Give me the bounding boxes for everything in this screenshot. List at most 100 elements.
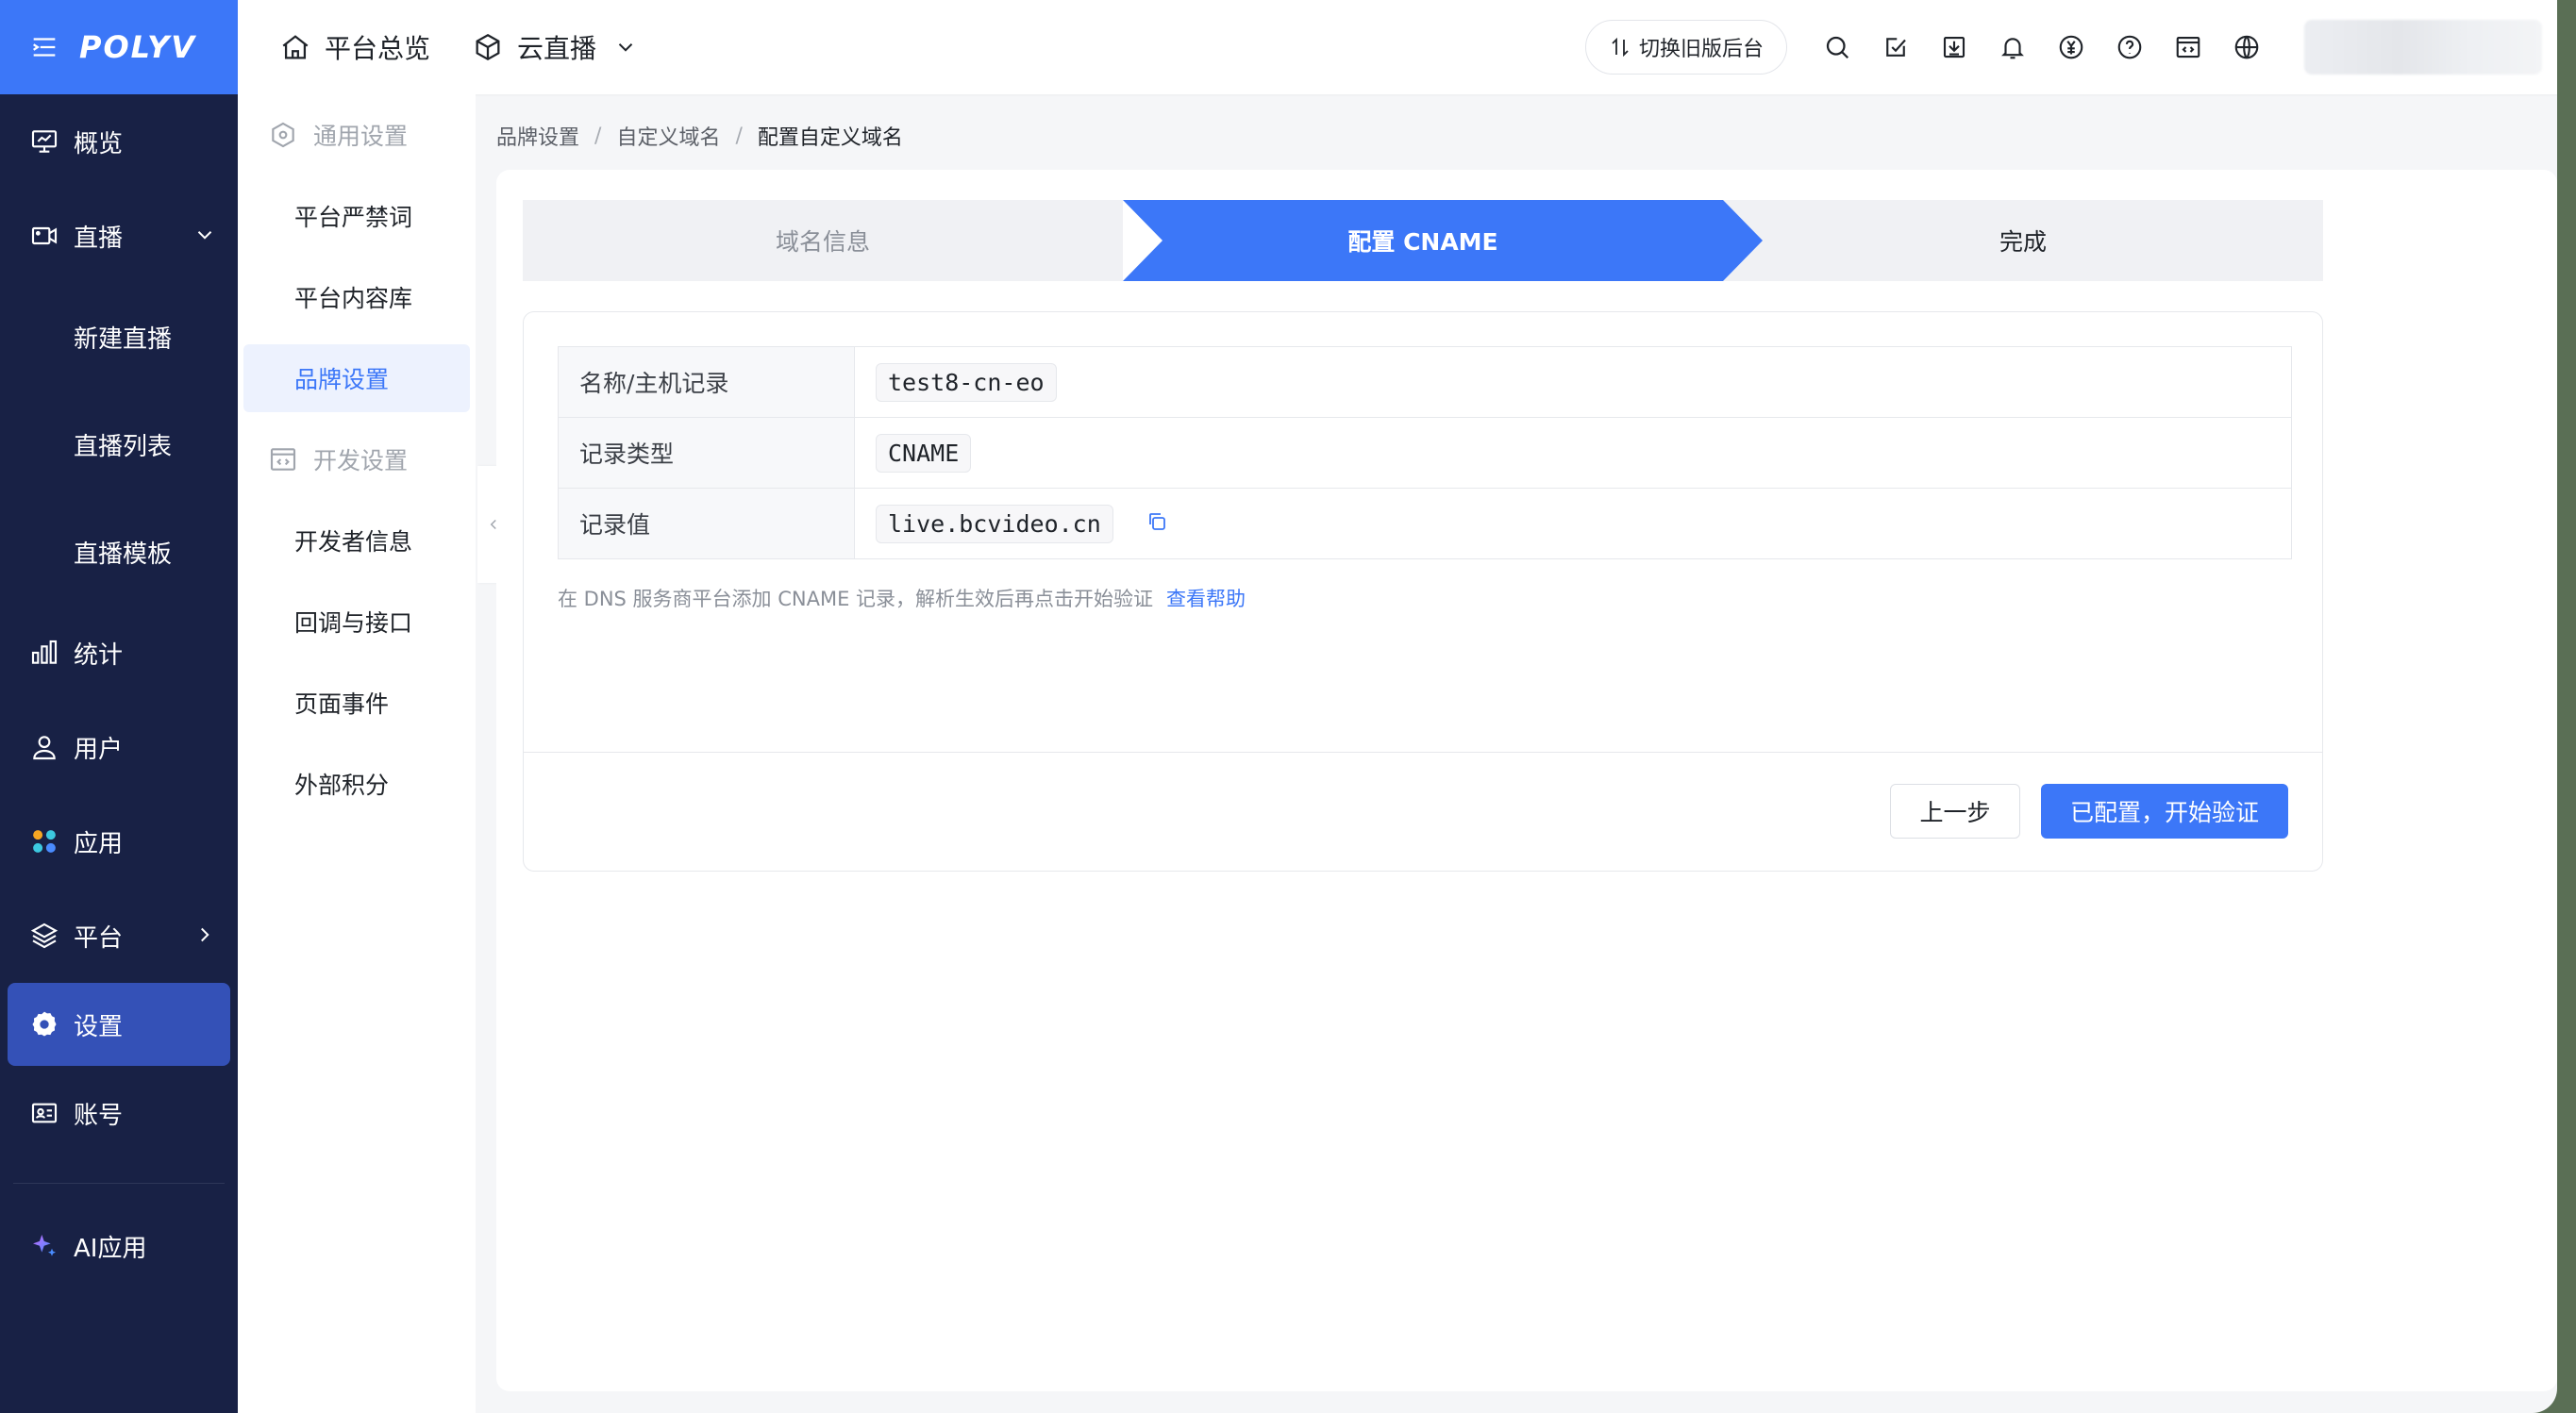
menu-fold-icon[interactable] — [28, 31, 60, 63]
content-card: 域名信息 完成 配置 CNAME 名称/主机记录 test8-cn-eo 记录类… — [496, 170, 2557, 1391]
panel-divider — [524, 752, 2322, 753]
sidebar-item-overview[interactable]: 概览 — [0, 94, 238, 189]
task-icon[interactable] — [1866, 18, 1925, 76]
sidebar-item-label: 用户 — [74, 735, 124, 764]
sidebar-item-users[interactable]: 用户 — [0, 700, 238, 794]
layers-icon — [28, 920, 60, 952]
subnav-item-content-library[interactable]: 平台内容库 — [238, 257, 476, 338]
code-icon[interactable] — [2159, 18, 2217, 76]
switch-old-console-label: 切换旧版后台 — [1638, 38, 1764, 61]
step-configure-cname: 配置 CNAME — [1123, 200, 1763, 281]
download-icon[interactable] — [1925, 18, 1983, 76]
id-card-icon — [28, 1097, 60, 1129]
main-content: 品牌设置 / 自定义域名 / 配置自定义域名 域名信息 完成 配置 CNAME — [476, 94, 2557, 1413]
hexagon-settings-icon — [272, 122, 294, 148]
sidebar-divider — [13, 1183, 225, 1184]
cube-icon — [476, 33, 500, 61]
sidebar-item-live-list[interactable]: 直播列表 — [0, 391, 238, 498]
sidebar-item-apps[interactable]: 应用 — [0, 794, 238, 889]
record-value-cell: CNAME — [854, 417, 2292, 489]
sidebar-item-label: 平台 — [74, 923, 124, 953]
product-label: 云直播 — [517, 33, 597, 64]
table-row: 记录值 live.bcvideo.cn — [558, 488, 2292, 559]
cname-panel: 名称/主机记录 test8-cn-eo 记录类型 CNAME 记录值 live.… — [523, 311, 2323, 872]
swap-icon — [1612, 37, 1629, 58]
view-help-link[interactable]: 查看帮助 — [1166, 588, 1246, 610]
copy-icon[interactable] — [1146, 510, 1168, 533]
sidebar-item-label: AI应用 — [74, 1234, 147, 1263]
table-row: 记录类型 CNAME — [558, 417, 2292, 489]
sparkle-icon — [28, 1230, 60, 1262]
user-icon — [28, 731, 60, 763]
sidebar-item-account[interactable]: 账号 — [0, 1066, 238, 1160]
sidebar-item-platform[interactable]: 平台 — [0, 889, 238, 983]
table-row: 名称/主机记录 test8-cn-eo — [558, 346, 2292, 418]
monitor-chart-icon — [28, 125, 60, 158]
home-icon — [282, 35, 309, 59]
product-switcher[interactable]: 云直播 — [472, 28, 638, 66]
breadcrumb-separator: / — [735, 124, 743, 148]
logo[interactable]: POLYV — [79, 29, 196, 65]
code-window-icon — [270, 448, 296, 471]
sidebar-item-label: 账号 — [74, 1101, 124, 1130]
sidebar-item-label: 概览 — [74, 129, 124, 158]
breadcrumb-item-custom-domain[interactable]: 自定义域名 — [616, 121, 720, 151]
sidebar-item-label: 应用 — [74, 829, 124, 858]
sidebar-item-stats[interactable]: 统计 — [0, 606, 238, 700]
bar-chart-icon — [28, 637, 60, 669]
breadcrumb: 品牌设置 / 自定义域名 / 配置自定义域名 — [496, 121, 903, 151]
top-header: 平台总览 云直播 切换旧版后台 — [238, 0, 2557, 94]
subnav-item-banned-words[interactable]: 平台严禁词 — [238, 175, 476, 257]
yen-icon[interactable] — [2042, 18, 2100, 76]
gear-icon — [28, 1008, 60, 1040]
start-verify-button[interactable]: 已配置，开始验证 — [2041, 784, 2288, 839]
subnav-item-external-points[interactable]: 外部积分 — [238, 743, 476, 824]
avatar[interactable] — [2304, 20, 2542, 75]
app-window: POLYV 概览 直播 新建直播 直播列表 直播模板 统计 用户 应用 平台 设… — [0, 0, 2557, 1413]
sidebar-item-live-template[interactable]: 直播模板 — [0, 498, 238, 606]
step-label: 完成 — [1999, 228, 2047, 256]
platform-overview-button[interactable]: 平台总览 — [279, 28, 430, 66]
host-record-value[interactable]: test8-cn-eo — [876, 362, 1057, 402]
record-label: 名称/主机记录 — [558, 346, 855, 418]
dns-hint: 在 DNS 服务商平台添加 CNAME 记录，解析生效后再点击开始验证 查看帮助 — [558, 584, 1246, 612]
record-value-cell: test8-cn-eo — [854, 346, 2292, 418]
subnav-item-callback-api[interactable]: 回调与接口 — [238, 581, 476, 662]
subnav-group-label: 开发设置 — [313, 447, 409, 474]
record-label: 记录值 — [558, 488, 855, 559]
step-domain-info: 域名信息 — [523, 200, 1123, 281]
globe-icon[interactable] — [2217, 18, 2276, 76]
subnav-item-page-events[interactable]: 页面事件 — [238, 662, 476, 743]
video-camera-icon — [28, 220, 60, 252]
dns-record-table: 名称/主机记录 test8-cn-eo 记录类型 CNAME 记录值 live.… — [558, 346, 2292, 559]
help-icon[interactable] — [2100, 18, 2159, 76]
settings-subnav: 通用设置 平台严禁词 平台内容库 品牌设置 开发设置 开发者信息 回调与接口 页… — [238, 94, 476, 1413]
step-progress: 域名信息 完成 配置 CNAME — [523, 200, 2323, 281]
search-icon[interactable] — [1808, 18, 1866, 76]
step-label: 域名信息 — [775, 228, 870, 256]
platform-overview-label: 平台总览 — [325, 33, 431, 64]
breadcrumb-item-brand-settings[interactable]: 品牌设置 — [496, 121, 579, 151]
breadcrumb-item-current: 配置自定义域名 — [757, 126, 903, 150]
record-value-cell: live.bcvideo.cn — [854, 488, 2292, 559]
header-actions: 切换旧版后台 — [1584, 0, 2557, 94]
chevron-right-icon — [201, 927, 209, 942]
bell-icon[interactable] — [1983, 18, 2042, 76]
record-label: 记录类型 — [558, 417, 855, 489]
switch-old-console-button[interactable]: 切换旧版后台 — [1584, 20, 1787, 75]
prev-step-button[interactable]: 上一步 — [1890, 784, 2020, 839]
record-value[interactable]: live.bcvideo.cn — [876, 504, 1113, 543]
subnav-group-general: 通用设置 — [238, 94, 476, 175]
sidebar-item-ai-apps[interactable]: AI应用 — [0, 1199, 238, 1293]
subnav-item-developer-info[interactable]: 开发者信息 — [238, 500, 476, 581]
chevron-down-icon — [197, 231, 212, 240]
sidebar-item-live[interactable]: 直播 — [0, 189, 238, 283]
step-label: 配置 CNAME — [1347, 228, 1498, 256]
chevron-down-icon — [618, 43, 633, 52]
apps-icon — [28, 825, 60, 857]
sidebar-item-settings[interactable]: 设置 — [8, 983, 230, 1066]
sidebar-item-new-live[interactable]: 新建直播 — [0, 283, 238, 391]
subnav-item-brand-settings[interactable]: 品牌设置 — [243, 344, 470, 412]
record-type-value[interactable]: CNAME — [876, 433, 972, 473]
subnav-group-dev: 开发设置 — [238, 419, 476, 500]
